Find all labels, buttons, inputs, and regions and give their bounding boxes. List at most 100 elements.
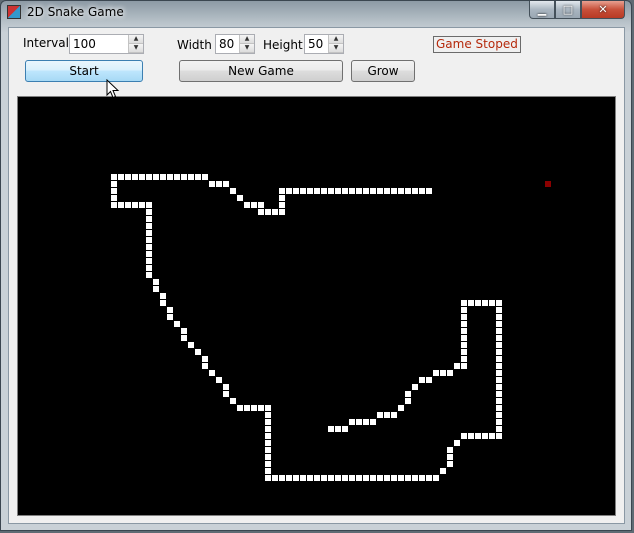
- snake-segment: [447, 370, 453, 376]
- snake-segment: [265, 440, 271, 446]
- snake-segment: [125, 202, 131, 208]
- width-spin-buttons: ▲ ▼: [239, 35, 254, 53]
- snake-segment: [265, 405, 271, 411]
- height-value[interactable]: 50: [308, 37, 323, 51]
- snake-segment: [496, 398, 502, 404]
- snake-segment: [328, 475, 334, 481]
- height-up-button[interactable]: ▲: [328, 35, 343, 44]
- snake-segment: [370, 419, 376, 425]
- snake-segment: [440, 468, 446, 474]
- snake-segment: [461, 342, 467, 348]
- snake-segment: [258, 405, 264, 411]
- snake-segment: [377, 412, 383, 418]
- client-area: Interval 100 ▲ ▼ Width 80 ▲ ▼ Height 50 …: [8, 27, 625, 524]
- snake-segment: [146, 265, 152, 271]
- grow-button[interactable]: Grow: [351, 60, 415, 82]
- snake-segment: [321, 188, 327, 194]
- snake-segment: [209, 181, 215, 187]
- close-button[interactable]: ✕: [581, 1, 625, 19]
- snake-segment: [265, 426, 271, 432]
- snake-segment: [181, 328, 187, 334]
- snake-segment: [447, 454, 453, 460]
- new-game-button[interactable]: New Game: [179, 60, 343, 82]
- snake-segment: [244, 202, 250, 208]
- game-board[interactable]: [17, 96, 616, 516]
- snake-segment: [496, 349, 502, 355]
- snake-segment: [265, 433, 271, 439]
- snake-segment: [265, 209, 271, 215]
- snake-segment: [496, 342, 502, 348]
- snake-segment: [202, 363, 208, 369]
- snake-segment: [496, 377, 502, 383]
- app-icon[interactable]: [7, 5, 21, 19]
- interval-stepper[interactable]: 100 ▲ ▼: [69, 34, 144, 54]
- snake-segment: [202, 356, 208, 362]
- snake-segment: [489, 433, 495, 439]
- snake-segment: [356, 419, 362, 425]
- snake-segment: [216, 377, 222, 383]
- start-button[interactable]: Start: [25, 60, 143, 82]
- snake-segment: [384, 475, 390, 481]
- height-spin-buttons: ▲ ▼: [328, 35, 343, 53]
- title-bar[interactable]: 2D Snake Game ▁ □ ✕: [1, 1, 631, 25]
- snake-segment: [132, 202, 138, 208]
- snake-segment: [475, 433, 481, 439]
- snake-segment: [314, 188, 320, 194]
- snake-segment: [146, 209, 152, 215]
- snake-segment: [265, 419, 271, 425]
- snake-segment: [349, 475, 355, 481]
- snake-segment: [265, 447, 271, 453]
- height-stepper[interactable]: 50 ▲ ▼: [304, 34, 344, 54]
- snake-segment: [426, 188, 432, 194]
- snake-segment: [461, 307, 467, 313]
- snake-segment: [461, 349, 467, 355]
- snake-segment: [230, 398, 236, 404]
- snake-segment: [496, 300, 502, 306]
- snake-segment: [433, 475, 439, 481]
- snake-segment: [482, 433, 488, 439]
- snake-segment: [216, 181, 222, 187]
- snake-segment: [265, 412, 271, 418]
- snake-segment: [293, 475, 299, 481]
- close-icon: ✕: [598, 3, 608, 16]
- snake-segment: [496, 433, 502, 439]
- snake-segment: [258, 202, 264, 208]
- snake-segment: [195, 174, 201, 180]
- width-down-button[interactable]: ▼: [239, 44, 254, 53]
- snake-segment: [188, 342, 194, 348]
- snake-segment: [496, 405, 502, 411]
- snake-segment: [496, 314, 502, 320]
- food-pellet: [545, 181, 551, 187]
- minimize-button[interactable]: ▁: [529, 1, 555, 19]
- snake-segment: [405, 391, 411, 397]
- snake-segment: [181, 174, 187, 180]
- snake-segment: [370, 475, 376, 481]
- snake-segment: [293, 188, 299, 194]
- interval-value[interactable]: 100: [73, 37, 96, 51]
- snake-segment: [286, 188, 292, 194]
- snake-segment: [160, 174, 166, 180]
- interval-down-button[interactable]: ▼: [128, 44, 143, 53]
- snake-segment: [496, 328, 502, 334]
- snake-segment: [146, 244, 152, 250]
- snake-segment: [167, 314, 173, 320]
- maximize-button[interactable]: □: [555, 1, 581, 19]
- width-stepper[interactable]: 80 ▲ ▼: [215, 34, 255, 54]
- width-up-button[interactable]: ▲: [239, 35, 254, 44]
- snake-segment: [496, 321, 502, 327]
- snake-segment: [111, 174, 117, 180]
- snake-segment: [496, 307, 502, 313]
- snake-segment: [307, 475, 313, 481]
- snake-segment: [188, 174, 194, 180]
- snake-segment: [496, 335, 502, 341]
- snake-segment: [412, 384, 418, 390]
- snake-segment: [461, 433, 467, 439]
- snake-segment: [146, 223, 152, 229]
- snake-segment: [167, 307, 173, 313]
- snake-segment: [419, 377, 425, 383]
- width-value[interactable]: 80: [219, 37, 234, 51]
- interval-up-button[interactable]: ▲: [128, 35, 143, 44]
- height-down-button[interactable]: ▼: [328, 44, 343, 53]
- snake-segment: [244, 405, 250, 411]
- snake-segment: [118, 202, 124, 208]
